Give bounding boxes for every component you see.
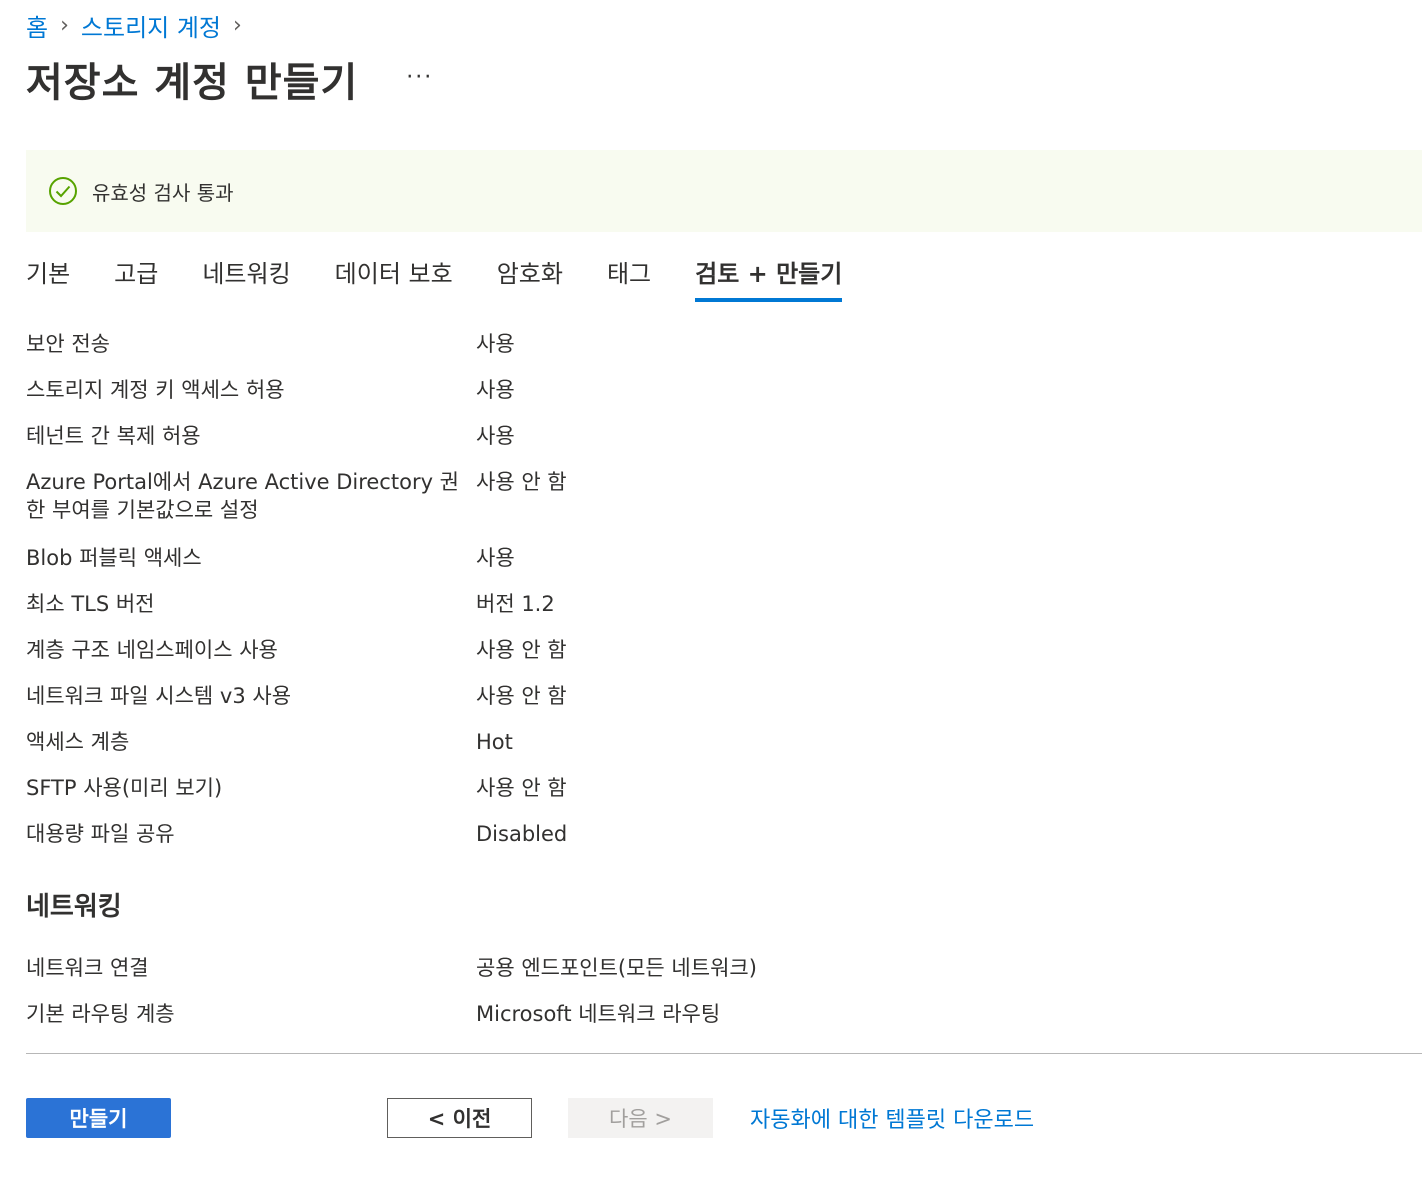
summary-value: Disabled — [476, 822, 568, 846]
summary-row: 네트워크 연결 공용 엔드포인트(모든 네트워크) — [26, 954, 1326, 1000]
validation-banner: 유효성 검사 통과 — [26, 150, 1422, 232]
summary-label: Azure Portal에서 Azure Active Directory 권한… — [26, 470, 459, 522]
summary-value: 공용 엔드포인트(모든 네트워크) — [476, 956, 757, 980]
summary-row: Blob 퍼블릭 액세스 사용 — [26, 544, 1326, 590]
summary-label: 대용량 파일 공유 — [26, 822, 175, 846]
summary-row: 기본 라우팅 계층 Microsoft 네트워크 라우팅 — [26, 1000, 1326, 1046]
summary-label: 액세스 계층 — [26, 730, 130, 754]
summary-row: SFTP 사용(미리 보기) 사용 안 함 — [26, 774, 1326, 820]
summary-label: SFTP 사용(미리 보기) — [26, 776, 223, 800]
networking-summary: 네트워크 연결 공용 엔드포인트(모든 네트워크) 기본 라우팅 계층 Micr… — [26, 954, 1326, 1046]
summary-row: 스토리지 계정 키 액세스 허용 사용 — [26, 376, 1326, 422]
summary-row: 테넌트 간 복제 허용 사용 — [26, 422, 1326, 468]
summary-row: 네트워크 파일 시스템 v3 사용 사용 안 함 — [26, 682, 1326, 728]
download-template-link[interactable]: 자동화에 대한 템플릿 다운로드 — [750, 1102, 1034, 1134]
summary-label: 최소 TLS 버전 — [26, 592, 155, 616]
title-row: 저장소 계정 만들기 ··· — [26, 50, 433, 108]
summary-label: 테넌트 간 복제 허용 — [26, 424, 201, 448]
summary-row: 계층 구조 네임스페이스 사용 사용 안 함 — [26, 636, 1326, 682]
next-button: 다음 > — [568, 1098, 713, 1138]
summary-value: Hot — [476, 730, 513, 754]
summary-row: 최소 TLS 버전 버전 1.2 — [26, 590, 1326, 636]
tab-encryption[interactable]: 암호화 — [497, 250, 563, 302]
summary-value: 버전 1.2 — [476, 592, 555, 616]
tab-data-protection[interactable]: 데이터 보호 — [335, 250, 453, 302]
settings-summary: 보안 전송 사용 스토리지 계정 키 액세스 허용 사용 테넌트 간 복제 허용… — [26, 330, 1326, 866]
tab-bar: 기본 고급 네트워킹 데이터 보호 암호화 태그 검토 + 만들기 — [26, 250, 886, 304]
summary-value: Microsoft 네트워크 라우팅 — [476, 1002, 721, 1026]
breadcrumb: 홈 › 스토리지 계정 › — [26, 8, 254, 42]
tab-networking[interactable]: 네트워킹 — [202, 250, 290, 302]
summary-label: Blob 퍼블릭 액세스 — [26, 546, 202, 570]
breadcrumb-storage-accounts-link[interactable]: 스토리지 계정 — [81, 8, 221, 43]
success-check-icon — [49, 177, 77, 205]
create-button[interactable]: 만들기 — [26, 1098, 171, 1138]
tab-review-create[interactable]: 검토 + 만들기 — [695, 250, 843, 302]
breadcrumb-home-link[interactable]: 홈 — [26, 8, 48, 43]
summary-value: 사용 안 함 — [476, 638, 567, 662]
summary-label: 계층 구조 네임스페이스 사용 — [26, 638, 278, 662]
summary-label: 기본 라우팅 계층 — [26, 1002, 175, 1026]
more-options-icon[interactable]: ··· — [406, 65, 433, 90]
previous-button[interactable]: < 이전 — [387, 1098, 532, 1138]
summary-row: 대용량 파일 공유 Disabled — [26, 820, 1326, 866]
summary-label: 스토리지 계정 키 액세스 허용 — [26, 378, 285, 402]
summary-value: 사용 안 함 — [476, 684, 567, 708]
summary-value: 사용 — [476, 378, 515, 402]
summary-label: 보안 전송 — [26, 332, 110, 356]
summary-row: 보안 전송 사용 — [26, 330, 1326, 376]
summary-value: 사용 안 함 — [476, 776, 567, 800]
tab-basics[interactable]: 기본 — [26, 250, 70, 302]
summary-value: 사용 — [476, 332, 515, 356]
summary-row: Azure Portal에서 Azure Active Directory 권한… — [26, 468, 1326, 544]
validation-message: 유효성 검사 통과 — [92, 180, 234, 205]
summary-label: 네트워크 연결 — [26, 956, 149, 980]
footer-divider — [26, 1053, 1422, 1054]
summary-label: 네트워크 파일 시스템 v3 사용 — [26, 684, 292, 708]
chevron-right-icon: › — [60, 12, 69, 38]
tab-advanced[interactable]: 고급 — [114, 250, 158, 302]
chevron-right-icon: › — [233, 12, 242, 38]
summary-value: 사용 — [476, 424, 515, 448]
networking-section-heading: 네트워킹 — [26, 892, 122, 922]
summary-row: 액세스 계층 Hot — [26, 728, 1326, 774]
summary-value: 사용 — [476, 546, 515, 570]
page-title: 저장소 계정 만들기 — [26, 60, 359, 106]
summary-value: 사용 안 함 — [476, 470, 567, 494]
tab-tags[interactable]: 태그 — [607, 250, 651, 302]
